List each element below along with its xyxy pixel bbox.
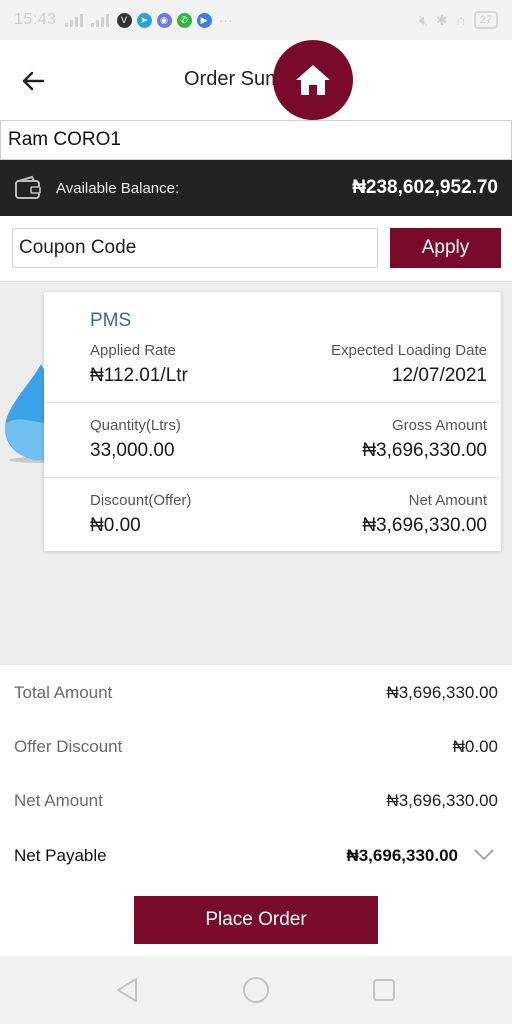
wallet-icon: [15, 175, 41, 199]
discord-icon: ◉: [156, 12, 172, 28]
discount-row: Discount(Offer) ₦0.00 Net Amount ₦3,696,…: [44, 477, 501, 552]
play-icon: ▶: [196, 12, 212, 28]
offer-discount-label: Offer Discount: [14, 737, 123, 756]
chevron-down-icon[interactable]: [474, 848, 494, 862]
quantity-value: 33,000.00: [90, 440, 175, 461]
balance-label: Available Balance:: [56, 179, 180, 197]
net-payable-label: Net Payable: [14, 846, 107, 865]
status-time: 15:43: [14, 11, 57, 28]
vpn-icon: V: [116, 12, 132, 28]
discount-value: ₦0.00: [90, 515, 141, 536]
net-amount-label: Net Amount: [408, 492, 487, 509]
balance-value: ₦238,602,952.70: [352, 177, 498, 198]
net-amount-row: Net Amount ₦3,696,330.00: [0, 781, 512, 821]
gross-amount-value: ₦3,696,330.00: [362, 440, 487, 461]
offer-discount-row: Offer Discount ₦0.00: [0, 727, 512, 767]
order-content-area: PMS Applied Rate ₦112.01/Ltr Expected Lo…: [0, 282, 512, 665]
battery-icon: 27: [473, 11, 498, 29]
more-notifications-icon: ···: [218, 12, 233, 28]
available-balance-bar: Available Balance: ₦238,602,952.70: [0, 160, 512, 216]
discount-label: Discount(Offer): [90, 492, 192, 509]
net-amount-value: ₦3,696,330.00: [362, 515, 487, 536]
back-arrow-icon[interactable]: [18, 66, 48, 96]
order-totals: Total Amount ₦3,696,330.00 Offer Discoun…: [0, 665, 512, 890]
status-bar: 15:43 V ➤ ◉ ✆ ▶ ··· 🔇︎ ✱ ∩ 27: [0, 0, 512, 40]
coupon-row: Apply: [0, 216, 512, 282]
product-name: PMS: [90, 310, 132, 331]
whatsapp-icon: ✆: [176, 12, 192, 28]
place-order-button[interactable]: Place Order: [134, 896, 378, 944]
loading-date-label: Expected Loading Date: [331, 342, 487, 359]
apply-coupon-button[interactable]: Apply: [390, 228, 501, 268]
loading-date-value: 12/07/2021: [391, 365, 487, 386]
applied-rate-value: ₦112.01/Ltr: [90, 365, 188, 386]
net-payable-row[interactable]: Net Payable ₦3,696,330.00: [0, 836, 512, 876]
net-payable-value: ₦3,696,330.00: [346, 846, 458, 865]
quantity-row: Quantity(Ltrs) 33,000.00 Gross Amount ₦3…: [44, 402, 501, 477]
nav-back-icon[interactable]: [114, 976, 142, 1004]
mute-icon: 🔇︎: [419, 11, 428, 28]
home-icon: [296, 65, 330, 95]
summary-net-amount-label: Net Amount: [14, 791, 103, 810]
gross-amount-label: Gross Amount: [391, 417, 487, 434]
headphones-icon: ∩: [455, 12, 466, 28]
total-amount-value: ₦3,696,330.00: [386, 683, 498, 702]
customer-name-field[interactable]: Ram CORO1: [0, 120, 512, 160]
app-header: Order Summary: [0, 40, 512, 120]
coupon-code-input[interactable]: [12, 228, 378, 268]
signal-icon: [64, 13, 83, 27]
rate-row: Applied Rate ₦112.01/Ltr Expected Loadin…: [44, 334, 501, 409]
status-right: 🔇︎ ✱ ∩ 27: [419, 11, 498, 29]
system-nav-bar: [0, 956, 512, 1024]
total-amount-row: Total Amount ₦3,696,330.00: [0, 673, 512, 713]
signal-icon-2: [90, 13, 109, 27]
telegram-icon: ➤: [136, 12, 152, 28]
applied-rate-label: Applied Rate: [90, 342, 176, 359]
bluetooth-icon: ✱: [435, 11, 448, 28]
total-amount-label: Total Amount: [14, 683, 113, 702]
nav-home-icon[interactable]: [242, 976, 270, 1004]
order-item-card: PMS Applied Rate ₦112.01/Ltr Expected Lo…: [44, 292, 501, 551]
summary-net-amount-value: ₦3,696,330.00: [386, 791, 498, 810]
offer-discount-value: ₦0.00: [452, 737, 498, 756]
nav-recents-icon[interactable]: [370, 976, 398, 1004]
home-button[interactable]: [273, 40, 353, 120]
quantity-label: Quantity(Ltrs): [90, 417, 181, 434]
